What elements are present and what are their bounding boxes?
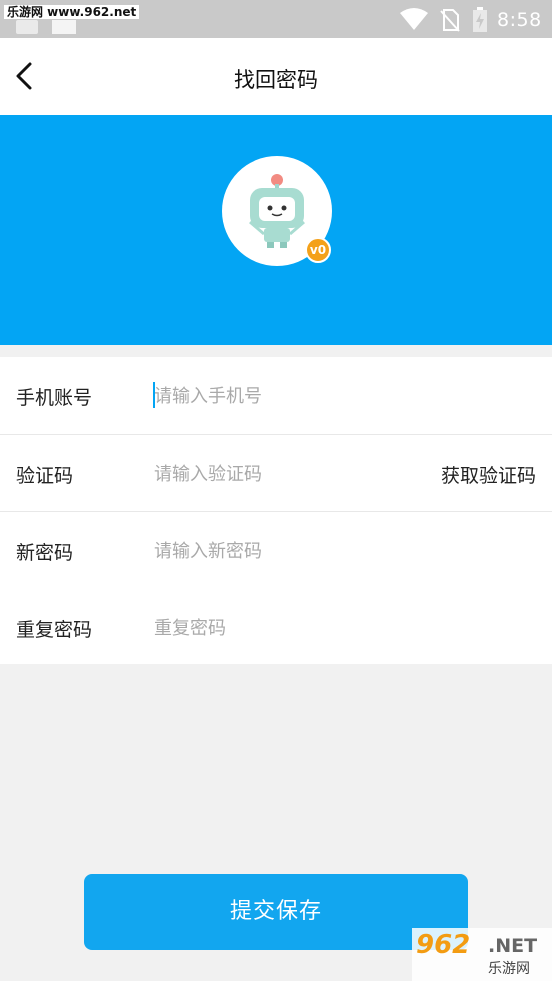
wifi-icon xyxy=(400,8,428,30)
no-sim-icon xyxy=(440,9,460,32)
notification-icon xyxy=(52,20,76,34)
repeat-password-input[interactable] xyxy=(154,613,414,643)
phone-row: 手机账号 xyxy=(0,357,552,434)
new-password-row: 新密码 xyxy=(0,512,552,589)
page-title: 找回密码 xyxy=(234,68,318,92)
title-bar: 找回密码 xyxy=(0,38,552,115)
watermark-number: 962 xyxy=(416,930,471,960)
watermark-cn: 乐游网 xyxy=(488,961,530,977)
avatar-container[interactable]: v0 xyxy=(222,156,332,266)
new-password-input[interactable] xyxy=(154,536,414,566)
submit-button[interactable]: 提交保存 xyxy=(84,874,468,950)
reset-form: 手机账号 验证码 获取验证码 新密码 重复密码 xyxy=(0,357,552,664)
battery-charging-icon xyxy=(473,7,487,32)
text-caret xyxy=(153,382,155,408)
phone-label: 手机账号 xyxy=(16,387,93,409)
code-input[interactable] xyxy=(154,459,394,489)
phone-input[interactable] xyxy=(154,381,414,411)
watermark-logo: 962 .NET 乐游网 xyxy=(412,928,552,981)
watermark-net: .NET xyxy=(488,935,538,957)
notification-icon xyxy=(16,20,38,34)
status-time: 8:58 xyxy=(497,9,542,31)
code-label: 验证码 xyxy=(16,465,74,487)
new-password-label: 新密码 xyxy=(16,542,74,564)
watermark-text: 乐游网 www.962.net xyxy=(4,5,140,19)
get-code-button[interactable]: 获取验证码 xyxy=(441,461,536,488)
repeat-password-row: 重复密码 xyxy=(0,589,552,666)
repeat-password-label: 重复密码 xyxy=(16,619,93,641)
profile-banner: v0 xyxy=(0,115,552,345)
code-row: 验证码 获取验证码 xyxy=(0,435,552,512)
status-bar: 乐游网 www.962.net 8:58 xyxy=(0,0,552,38)
vip-badge: v0 xyxy=(305,237,331,263)
